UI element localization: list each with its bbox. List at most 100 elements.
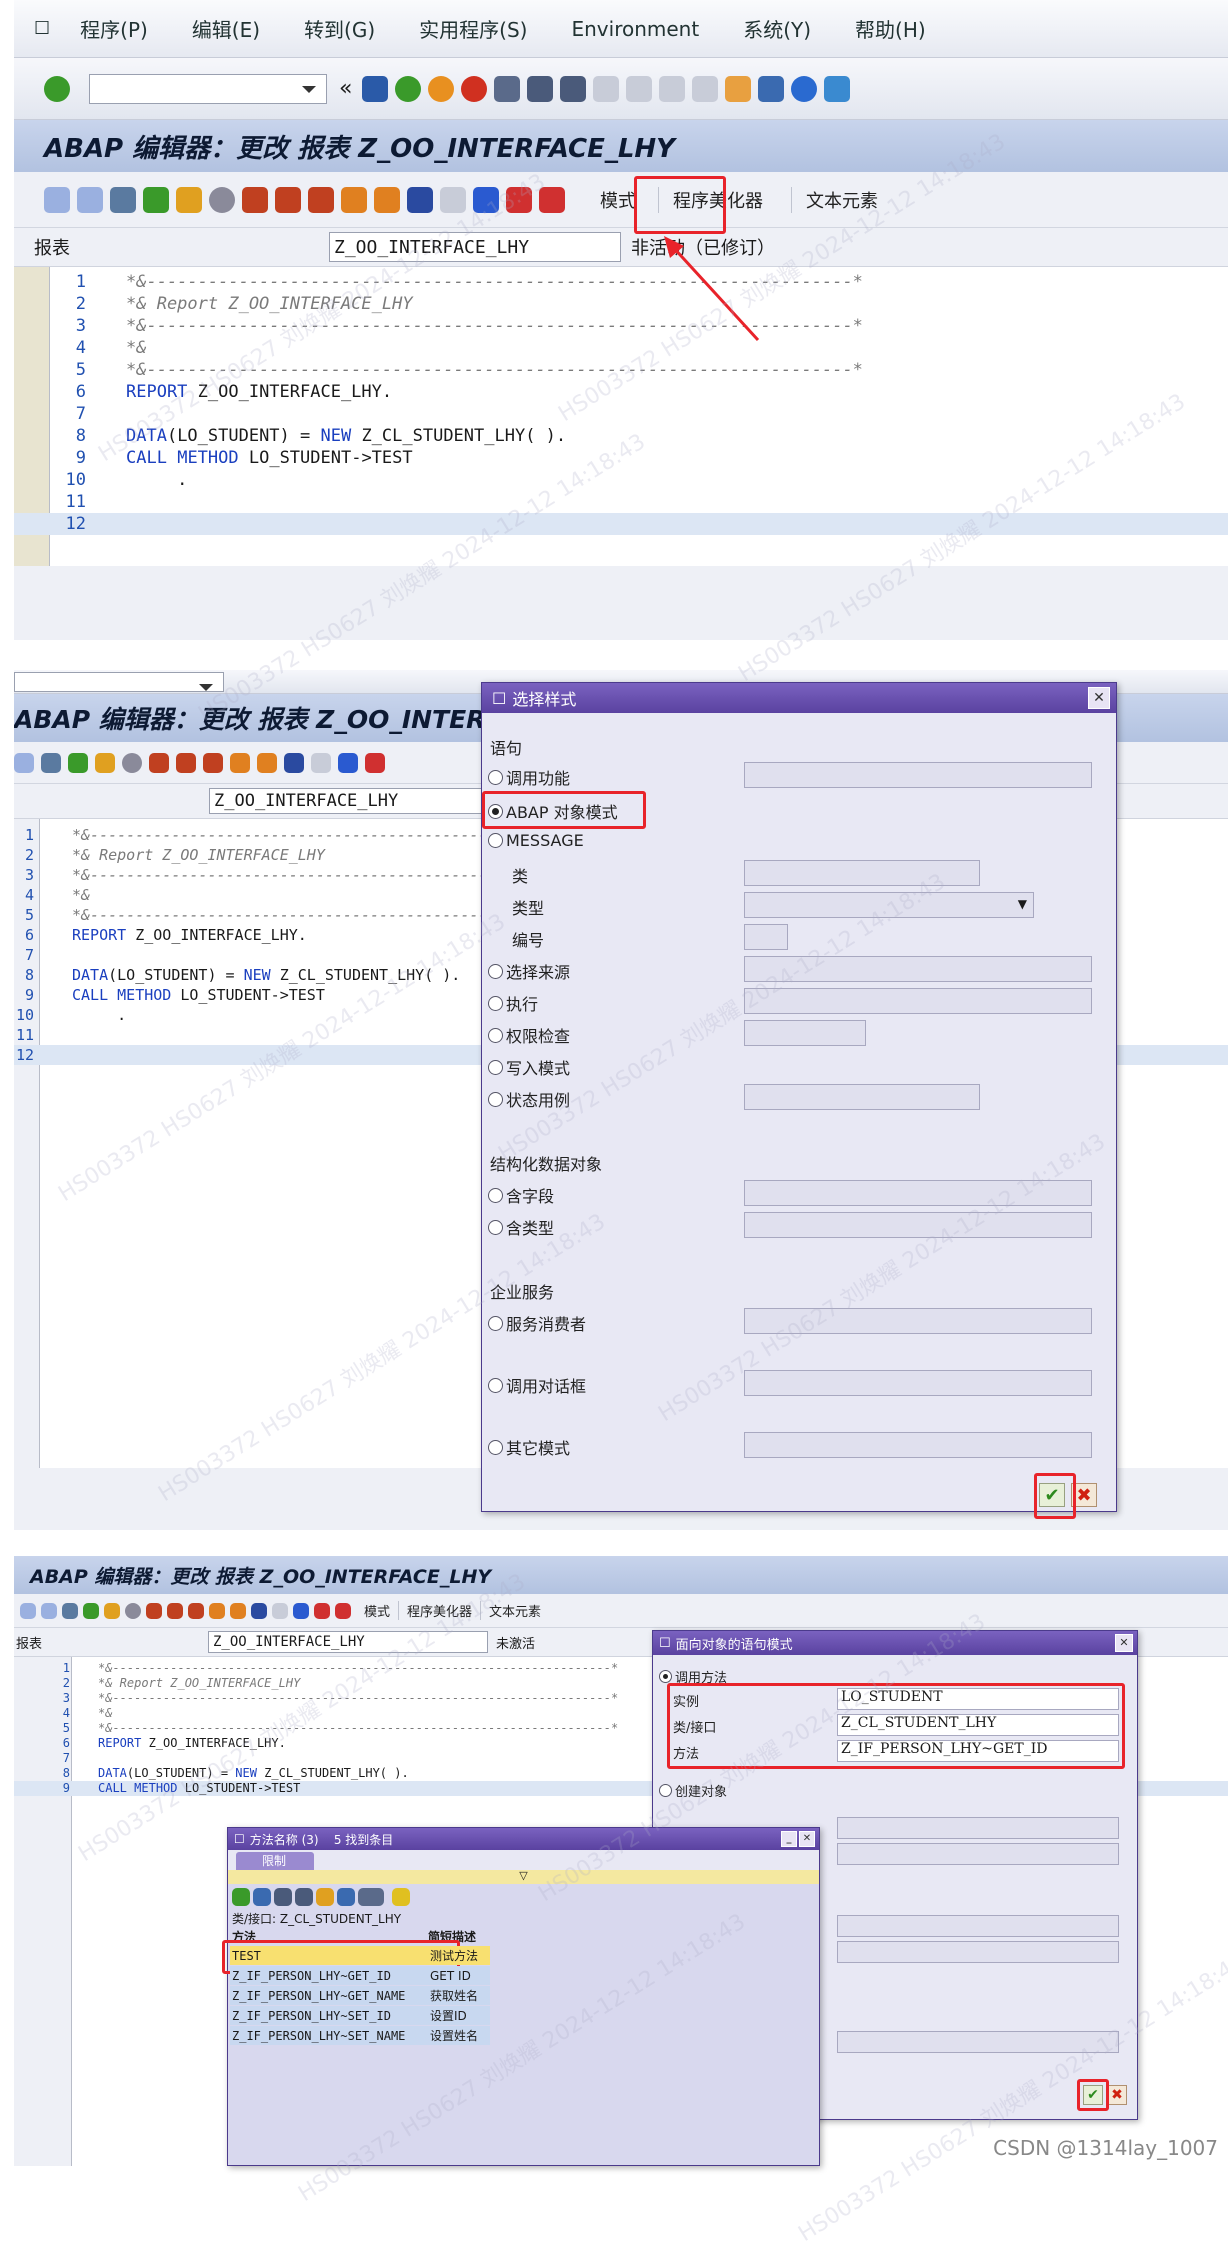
watchpoint-icon[interactable] [335, 1602, 351, 1619]
prev-page-icon[interactable] [626, 75, 653, 102]
radio-opt-abap-oo[interactable]: ABAP 对象模式 [488, 799, 618, 823]
forward-arrow-icon[interactable] [77, 186, 103, 213]
info-icon[interactable] [473, 186, 499, 213]
text-elements-button[interactable]: 文本元素 [480, 1601, 549, 1620]
radio-opt-call-dialog[interactable]: 调用对话框 [488, 1373, 586, 1397]
field-3[interactable] [837, 1915, 1119, 1937]
object-list-icon[interactable] [275, 186, 301, 213]
code-line[interactable]: 9 CALL METHOD LO_STUDENT->TEST [14, 447, 1228, 469]
back-arrow-icon[interactable] [44, 186, 70, 213]
code-editor[interactable]: 1 *&-------------------------------------… [14, 266, 1228, 566]
navigation-icon[interactable] [203, 752, 223, 773]
code-line[interactable]: 12 [14, 513, 1228, 535]
navigation-icon[interactable] [188, 1602, 204, 1619]
radio-opt-with-fields[interactable]: 含字段 [488, 1183, 554, 1207]
last-page-icon[interactable] [692, 75, 719, 102]
radio-opt-perform[interactable]: 执行 [488, 991, 538, 1015]
check-icon[interactable] [83, 1602, 99, 1619]
code-line[interactable]: 10 . [14, 469, 1228, 491]
method-name[interactable]: Z_IF_PERSON_LHY~GET_ID [230, 1969, 428, 1983]
code-text[interactable]: CALL METHOD LO_STUDENT->TEST [126, 447, 1228, 469]
menu-edit[interactable]: 编辑(E) [192, 14, 260, 43]
doc-icon[interactable] [440, 186, 466, 213]
doc-icon[interactable] [272, 1602, 288, 1619]
check-icon[interactable] [143, 186, 169, 213]
code-line[interactable]: 8 DATA(LO_STUDENT) = NEW Z_CL_STUDENT_LHY… [14, 425, 1228, 447]
hierarchy-icon[interactable] [209, 1602, 225, 1619]
cancel-icon[interactable] [461, 75, 488, 102]
menu-program[interactable]: 程序(P) [80, 14, 148, 43]
code-text[interactable] [126, 491, 1228, 513]
close-icon[interactable]: ✕ [799, 1831, 815, 1847]
method-name[interactable]: TEST [230, 1949, 428, 1963]
close-icon[interactable]: ✕ [1115, 1634, 1133, 1652]
menu-help[interactable]: 帮助(H) [855, 14, 926, 43]
test-icon[interactable] [209, 186, 235, 213]
where-used-icon[interactable] [149, 752, 169, 773]
result-row[interactable]: Z_IF_PERSON_LHY~SET_NAME 设置姓名 [230, 2026, 490, 2045]
pattern-button[interactable]: 模式 [356, 1601, 398, 1620]
exit-icon[interactable] [428, 75, 455, 102]
back-arrow-icon[interactable] [20, 1602, 36, 1619]
input-lbl-number[interactable] [744, 924, 788, 950]
method-name[interactable]: Z_IF_PERSON_LHY~SET_ID [230, 2009, 428, 2023]
chevron-down-icon[interactable]: ▼ [1018, 897, 1027, 911]
sort-icon[interactable] [316, 1888, 334, 1906]
help-icon[interactable] [337, 1888, 355, 1906]
find-icon[interactable] [527, 75, 554, 102]
find-icon[interactable] [274, 1888, 292, 1906]
code-line[interactable]: 1 *&-------------------------------------… [14, 271, 1228, 293]
doc-icon[interactable] [311, 752, 331, 773]
collapse-icon[interactable]: « [339, 76, 352, 101]
input-opt-perform[interactable] [744, 988, 1092, 1014]
minimize-icon[interactable]: _ [781, 1831, 797, 1847]
display-change-icon[interactable] [41, 752, 61, 773]
tab-restrict[interactable]: 限制 [236, 1852, 314, 1870]
input-opt-with-type[interactable] [744, 1212, 1092, 1238]
menu-goto[interactable]: 转到(G) [304, 14, 375, 43]
command-field[interactable] [89, 73, 327, 104]
close-icon[interactable]: ✕ [1088, 687, 1110, 709]
test-icon[interactable] [122, 752, 142, 773]
result-row[interactable]: Z_IF_PERSON_LHY~GET_NAME 获取姓名 [230, 1986, 490, 2005]
object-list-icon[interactable] [176, 752, 196, 773]
code-line[interactable]: 7 [14, 403, 1228, 425]
display-change-icon[interactable] [110, 186, 136, 213]
where-used-icon[interactable] [146, 1602, 162, 1619]
menu-system[interactable]: 系统(Y) [743, 14, 811, 43]
code-text[interactable]: REPORT Z_OO_INTERFACE_LHY. [126, 381, 1228, 403]
code-line[interactable]: 6 REPORT Z_OO_INTERFACE_LHY. [14, 381, 1228, 403]
report-name-field[interactable]: Z_OO_INTERFACE_LHY [209, 788, 484, 814]
radio-create-object[interactable]: 创建对象 [659, 1781, 727, 1800]
find-next-icon[interactable] [295, 1888, 313, 1906]
code-line[interactable]: 4 *& [14, 337, 1228, 359]
activate-icon[interactable] [176, 186, 202, 213]
first-page-icon[interactable] [593, 75, 620, 102]
input-opt-call-function[interactable] [744, 762, 1092, 788]
code-text[interactable] [126, 513, 1228, 535]
menu-environment[interactable]: Environment [571, 17, 699, 41]
code-line[interactable]: 2 *& Report Z_OO_INTERFACE_LHY [14, 293, 1228, 315]
tree-icon[interactable] [257, 752, 277, 773]
breakpoint-icon[interactable] [506, 186, 532, 213]
input-opt-other[interactable] [744, 1432, 1092, 1458]
navigation-icon[interactable] [308, 186, 334, 213]
save-icon[interactable] [362, 75, 389, 102]
where-used-icon[interactable] [242, 186, 268, 213]
result-row[interactable]: TEST 测试方法 [230, 1946, 490, 1965]
stack-icon[interactable] [284, 752, 304, 773]
breakpoint-icon[interactable] [314, 1602, 330, 1619]
cancel-icon[interactable] [253, 1888, 271, 1906]
input-opt-case[interactable] [744, 1084, 980, 1110]
forward-arrow-icon[interactable] [41, 1602, 57, 1619]
radio-opt-select-from[interactable]: 选择来源 [488, 959, 570, 983]
code-text[interactable]: *&--------------------------------------… [126, 359, 1228, 381]
input-opt-call-dialog[interactable] [744, 1370, 1092, 1396]
radio-opt-consumer[interactable]: 服务消费者 [488, 1311, 586, 1335]
report-name-field[interactable]: Z_OO_INTERFACE_LHY [329, 232, 621, 262]
code-text[interactable]: . [126, 469, 1228, 491]
activate-icon[interactable] [95, 752, 115, 773]
command-field[interactable] [14, 671, 224, 692]
code-line[interactable]: 3 *&-------------------------------------… [14, 315, 1228, 337]
code-line[interactable]: 5 *&-------------------------------------… [14, 359, 1228, 381]
